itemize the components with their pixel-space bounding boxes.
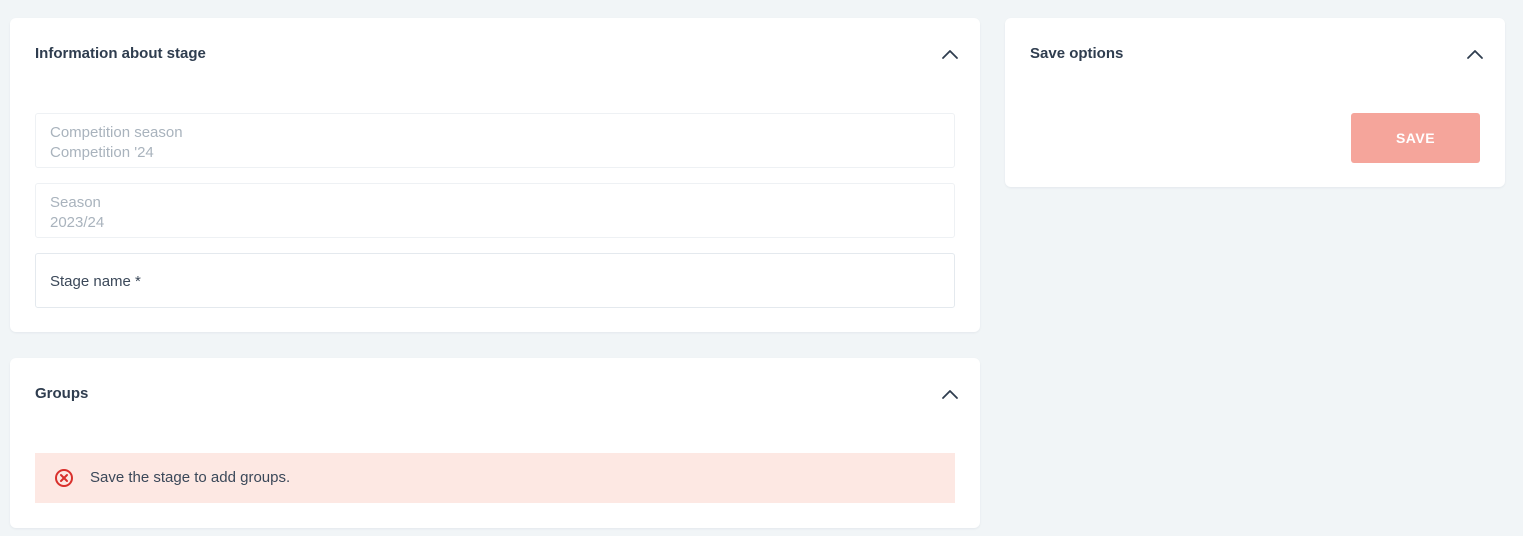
season-label: Season [50,194,101,211]
season-field: Season 2023/24 [35,183,955,238]
save-options-title: Save options [1030,45,1124,62]
competition-season-label: Competition season [50,124,183,141]
season-value: 2023/24 [50,214,105,231]
stage-name-input[interactable]: Stage name * [35,253,955,308]
groups-alert-text: Save the stage to add groups. [90,469,291,486]
groups-card-title: Groups [35,385,89,402]
competition-season-value: Competition '24 [50,144,154,161]
save-button[interactable]: SAVE [1351,113,1480,163]
info-card: Information about stage Competition seas… [10,18,980,332]
competition-season-field: Competition season Competition '24 [35,113,955,168]
chevron-up-icon[interactable] [940,386,960,402]
stage-name-placeholder: Stage name * [50,273,141,290]
groups-card: Groups Save the stage to add groups. [10,358,980,528]
error-circle-x-icon [54,468,74,488]
info-card-title: Information about stage [35,45,206,62]
chevron-up-icon[interactable] [940,46,960,62]
groups-alert: Save the stage to add groups. [35,453,955,503]
chevron-up-icon[interactable] [1465,46,1485,62]
save-options-card: Save options SAVE [1005,18,1505,187]
